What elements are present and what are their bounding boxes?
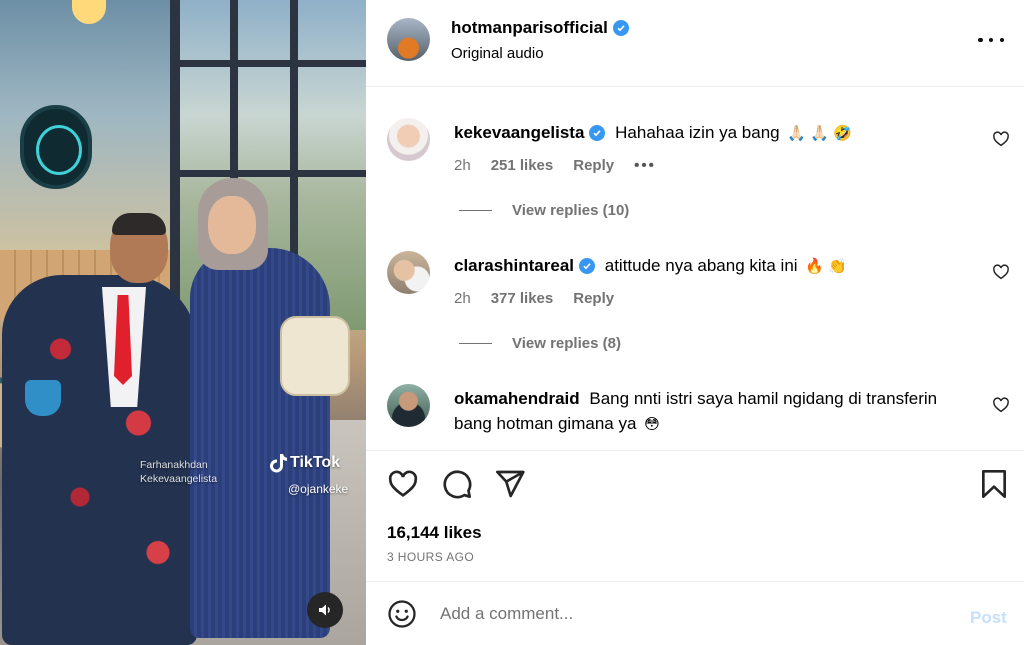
video-watermark-credit: Farhanakhdan Kekevaangelista [140, 459, 218, 485]
tiktok-brand-text: TikTok [290, 454, 341, 471]
verified-badge-icon [579, 257, 596, 274]
speaker-icon [319, 604, 330, 616]
more-dot-icon [978, 37, 983, 43]
like-comment-heart-icon[interactable] [992, 263, 1010, 281]
mute-button[interactable] [307, 592, 343, 628]
commenter-username[interactable]: clarashintareal [454, 253, 596, 278]
comment-bubble-icon[interactable] [441, 468, 473, 500]
commenter-avatar[interactable] [387, 251, 430, 294]
verified-badge-icon [612, 20, 629, 36]
comment-meta: 2h 251 likes Reply ••• [454, 157, 656, 174]
emoji-picker-icon[interactable] [387, 599, 417, 629]
comment-text: Hahahaa izin ya bang [615, 123, 780, 142]
comment-body: okamahendraid Bang nnti istri saya hamil… [454, 386, 974, 437]
replies-divider [459, 343, 492, 344]
post-details-panel: hotmanparisofficial Original audio kekev… [366, 0, 1024, 645]
comment-emoji: 🙏🏻 🙏🏻 🤣 [787, 125, 852, 143]
comments-list[interactable]: kekevaangelista Hahahaa izin ya bang 🙏🏻 … [366, 88, 1024, 449]
comment-body: clarashintareal atittude nya abang kita … [454, 253, 974, 279]
comment-meta: 2h 377 likes Reply [454, 290, 614, 307]
post-likes-count[interactable]: 16,144 likes [387, 523, 482, 543]
author-username[interactable]: hotmanparisofficial [451, 18, 629, 38]
more-dot-icon [999, 37, 1004, 43]
comment-likes[interactable]: 251 likes [491, 157, 554, 174]
tiktok-logo-icon [270, 454, 287, 473]
person-in-hijab [190, 178, 360, 645]
post-comment-button[interactable]: Post [970, 608, 1007, 628]
comment-body: kekevaangelista Hahahaa izin ya bang 🙏🏻 … [454, 120, 974, 146]
like-heart-icon[interactable] [387, 468, 419, 500]
post-header: hotmanparisofficial Original audio [366, 0, 1024, 87]
person-in-floral-suit [2, 213, 197, 645]
coffee-cup [25, 380, 61, 416]
view-replies-button[interactable]: View replies (8) [459, 335, 621, 352]
save-bookmark-icon[interactable] [978, 468, 1010, 500]
author-avatar[interactable] [387, 18, 430, 61]
post-timestamp[interactable]: 3 HOURS AGO [387, 550, 474, 564]
more-options-button[interactable] [978, 30, 1004, 50]
comment-time[interactable]: 2h [454, 157, 471, 174]
commenter-avatar[interactable] [387, 118, 430, 161]
commenter-username[interactable]: okamahendraid [454, 386, 580, 411]
comment-text: atittude nya abang kita ini [604, 256, 798, 275]
audio-label[interactable]: Original audio [451, 45, 544, 62]
view-replies-button[interactable]: View replies (10) [459, 202, 629, 219]
comment-composer: Post [366, 581, 1024, 645]
reply-button[interactable]: Reply [573, 157, 614, 174]
comment-emoji: 😳 [644, 416, 660, 434]
comment-likes[interactable]: 377 likes [491, 290, 554, 307]
post-media[interactable]: Farhanakhdan Kekevaangelista TikTok @oja… [0, 0, 366, 645]
cafe-logo-sign [20, 105, 92, 189]
comment-emoji: 🔥 👏 [805, 258, 847, 276]
tiktok-handle: @ojankeke [288, 482, 349, 496]
ceiling-lamp [72, 0, 106, 24]
like-comment-heart-icon[interactable] [992, 396, 1010, 414]
commenter-username[interactable]: kekevaangelista [454, 120, 606, 145]
commenter-avatar[interactable] [387, 384, 430, 427]
tiktok-watermark: TikTok [270, 453, 340, 473]
replies-divider [459, 210, 492, 211]
more-dot-icon [988, 37, 994, 43]
verified-badge-icon [589, 124, 606, 141]
reply-button[interactable]: Reply [573, 290, 614, 307]
share-paper-plane-icon[interactable] [494, 468, 526, 500]
comment-options-button[interactable]: ••• [634, 157, 656, 174]
add-comment-input[interactable] [440, 596, 920, 632]
like-comment-heart-icon[interactable] [992, 130, 1010, 148]
comment-time[interactable]: 2h [454, 290, 471, 307]
